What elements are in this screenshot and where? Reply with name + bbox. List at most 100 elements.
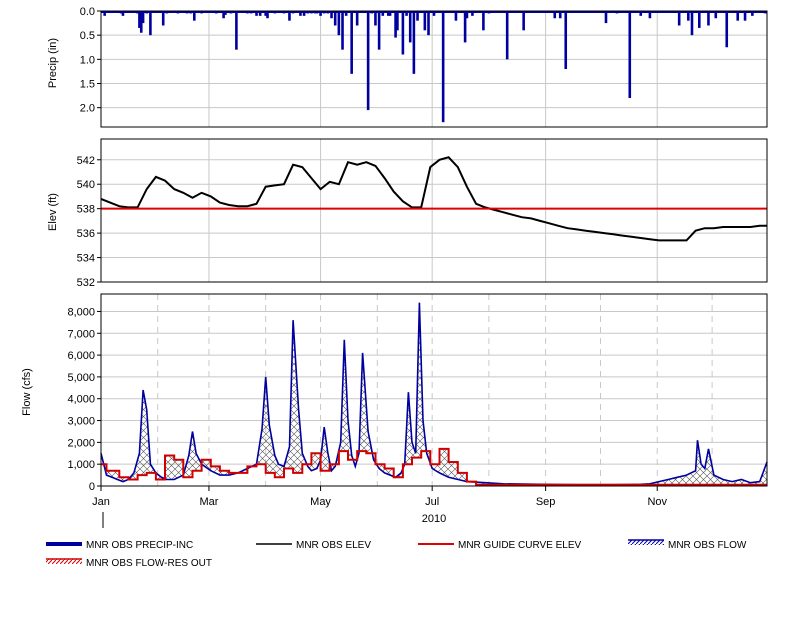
- precip-frame: [100, 10, 768, 128]
- elev-panel: 532 534 536 538 540 542 Elev (ft): [47, 138, 768, 289]
- precip-bar: [302, 11, 306, 16]
- precip-bar: [639, 11, 643, 16]
- precip-bar: [333, 11, 337, 26]
- precip-bar: [505, 11, 509, 60]
- flow-y-tick-label: 8,000: [67, 306, 95, 318]
- precip-bar: [355, 11, 359, 26]
- precip-bar: [690, 11, 694, 36]
- precip-y-tick-label: 2.0: [80, 103, 95, 115]
- x-tick-label: Nov: [647, 496, 667, 508]
- precip-bar: [350, 11, 353, 74]
- precip-bar: [224, 11, 227, 15]
- precip-bar: [454, 11, 458, 21]
- precip-bar: [441, 11, 445, 123]
- precip-bar: [344, 11, 348, 16]
- precip-bar: [299, 11, 302, 16]
- legend-item-flow: MNR OBS FLOW: [628, 539, 747, 551]
- elev-grid: [100, 139, 767, 283]
- legend-label-guide: MNR GUIDE CURVE ELEV: [458, 540, 582, 551]
- legend-item-elev: MNR OBS ELEV: [256, 540, 371, 551]
- precip-bar: [337, 11, 341, 36]
- elev-observed-line: [100, 156, 767, 242]
- legend: MNR OBS PRECIP-INC MNR OBS ELEV MNR GUID…: [46, 539, 747, 569]
- precip-bar: [288, 11, 291, 21]
- precip-bar: [707, 11, 710, 26]
- precip-bar: [725, 11, 729, 48]
- flow-y-tick-label: 4,000: [67, 394, 95, 406]
- precip-bar: [465, 11, 469, 19]
- flow-y-tick-label: 6,000: [67, 350, 95, 362]
- flow-difference-hatch: [101, 302, 767, 485]
- precip-bar: [412, 11, 416, 74]
- precip-bar: [396, 11, 399, 31]
- precip-bar: [427, 11, 430, 36]
- elev-lines: [100, 156, 767, 242]
- x-tick-label: May: [310, 496, 331, 508]
- precip-y-tick-label: 0.0: [80, 6, 95, 18]
- elev-y-tick-label: 542: [77, 155, 95, 167]
- legend-label-flow-res: MNR OBS FLOW-RES OUT: [86, 558, 212, 569]
- x-tick-label: Jul: [425, 496, 439, 508]
- precip-bar: [553, 11, 557, 19]
- flow-frame: [100, 293, 768, 487]
- precip-bar: [558, 11, 562, 19]
- elev-y-tick-label: 540: [77, 179, 95, 191]
- legend-label-flow: MNR OBS FLOW: [668, 540, 747, 551]
- flow-y-tick-label: 1,000: [67, 459, 95, 471]
- flow-y-tick-label: 2,000: [67, 437, 95, 449]
- precip-panel: 0.0 0.5 1.0 1.5 2.0 Precip (in): [47, 6, 768, 128]
- x-tick-label: Mar: [199, 496, 218, 508]
- precip-bar: [161, 11, 165, 26]
- legend-label-elev: MNR OBS ELEV: [296, 540, 371, 551]
- precip-bar: [103, 11, 106, 16]
- flow-observed-line: [100, 302, 768, 486]
- elev-y-tick-label: 538: [77, 204, 95, 216]
- chart-canvas: 0.0 0.5 1.0 1.5 2.0 Precip (in) 532 534 536 538…: [21, 6, 768, 569]
- precip-bar: [698, 11, 701, 28]
- precip-bar: [677, 11, 681, 26]
- precip-bar: [687, 11, 690, 21]
- precip-bar: [255, 11, 258, 16]
- precip-bar: [319, 11, 322, 16]
- precip-bar: [423, 11, 427, 31]
- precip-y-tick-label: 1.0: [80, 54, 95, 66]
- precip-bar: [714, 11, 718, 19]
- flow-x-ticks: Jan Mar May Jul Sep Nov: [92, 486, 668, 508]
- flow-grid: [100, 294, 767, 486]
- legend-item-guide: MNR GUIDE CURVE ELEV: [418, 540, 582, 551]
- flow-areas: [100, 302, 768, 486]
- precip-bar: [149, 11, 152, 36]
- precip-bar: [235, 11, 238, 50]
- precip-bar: [266, 11, 269, 19]
- legend-item-precip: MNR OBS PRECIP-INC: [46, 540, 193, 551]
- flow-y-tick-label: 0: [89, 481, 95, 493]
- precip-bar: [482, 11, 485, 31]
- precip-bar: [141, 11, 145, 24]
- precip-bar: [366, 11, 370, 111]
- precip-y-axis-label: Precip (in): [47, 38, 59, 88]
- precip-bar: [401, 11, 405, 55]
- legend-item-flow-res: MNR OBS FLOW-RES OUT: [46, 558, 212, 569]
- elev-y-axis-label: Elev (ft): [47, 193, 59, 231]
- legend-label-precip: MNR OBS PRECIP-INC: [86, 540, 193, 551]
- precip-bar: [743, 11, 747, 21]
- elev-frame: [100, 138, 768, 283]
- precip-bar: [522, 11, 525, 31]
- x-axis-year-label: 2010: [422, 513, 446, 525]
- flow-y-axis-label: Flow (cfs): [21, 368, 33, 416]
- precip-bar: [374, 11, 377, 26]
- precip-bar: [258, 11, 262, 16]
- flow-y-tick-label: 5,000: [67, 372, 95, 384]
- precip-y-tick-label: 1.5: [80, 79, 95, 91]
- x-tick-label: Jan: [92, 496, 110, 508]
- flow-y-tick-label: 3,000: [67, 416, 95, 428]
- flow-y-tick-label: 7,000: [67, 328, 95, 340]
- precip-bar: [736, 11, 740, 21]
- precip-bar: [330, 11, 333, 19]
- x-tick-label: Sep: [536, 496, 556, 508]
- precip-y-tick-label: 0.5: [80, 30, 95, 42]
- precip-bar: [341, 11, 344, 50]
- precip-y-ticks: 0.0 0.5 1.0 1.5 2.0: [80, 6, 101, 115]
- precip-bar: [377, 11, 381, 50]
- precip-bar: [405, 11, 408, 16]
